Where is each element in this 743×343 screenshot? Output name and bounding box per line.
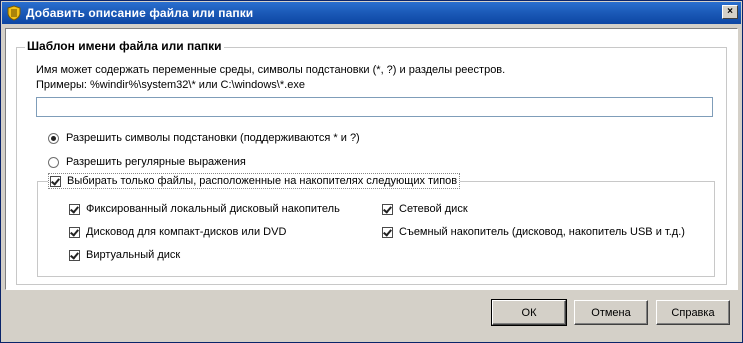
help-button[interactable]: Справка <box>656 300 730 325</box>
radio-wildcards-label: Разрешить символы подстановки (поддержив… <box>66 132 360 144</box>
radio-regex-label: Разрешить регулярные выражения <box>66 156 246 168</box>
virtual-drive-label: Виртуальный диск <box>86 249 181 261</box>
window-title: Добавить описание файла или папки <box>26 6 254 20</box>
fixed-drive-row[interactable]: Фиксированный локальный дисковый накопит… <box>69 203 340 215</box>
cdrom-drive-checkbox[interactable] <box>69 226 80 238</box>
drive-types-group: Выбирать только файлы, расположенные на … <box>37 173 715 277</box>
radio-regex-row[interactable]: Разрешить регулярные выражения <box>48 156 246 168</box>
close-icon: × <box>727 6 733 17</box>
virtual-drive-row[interactable]: Виртуальный диск <box>69 249 180 261</box>
virtual-drive-checkbox[interactable] <box>69 249 80 261</box>
group-title: Шаблон имени файла или папки <box>25 39 224 53</box>
network-drive-label: Сетевой диск <box>399 203 468 215</box>
examples-text: Примеры: %windir%\system32\* или C:\wind… <box>36 79 305 91</box>
dialog-content: Шаблон имени файла или папки Имя может с… <box>5 28 738 290</box>
name-template-input[interactable] <box>36 97 713 117</box>
close-button[interactable]: × <box>722 5 738 19</box>
network-drive-checkbox[interactable] <box>382 203 393 215</box>
name-template-group: Шаблон имени файла или папки Имя может с… <box>16 39 727 285</box>
network-drive-row[interactable]: Сетевой диск <box>382 203 468 215</box>
ok-button[interactable]: ОК <box>491 299 567 326</box>
radio-wildcards-row[interactable]: Разрешить символы подстановки (поддержив… <box>48 132 360 144</box>
cancel-button[interactable]: Отмена <box>574 300 648 325</box>
description-text: Имя может содержать переменные среды, си… <box>36 64 506 76</box>
radio-wildcards[interactable] <box>48 132 59 144</box>
removable-drive-checkbox[interactable] <box>382 226 393 238</box>
drive-filter-checkbox[interactable] <box>50 175 61 187</box>
removable-drive-row[interactable]: Съемный накопитель (дисковод, накопитель… <box>382 226 685 238</box>
fixed-drive-label: Фиксированный локальный дисковый накопит… <box>86 203 340 215</box>
fixed-drive-checkbox[interactable] <box>69 203 80 215</box>
radio-regex[interactable] <box>48 156 59 168</box>
title-bar[interactable]: Добавить описание файла или папки × <box>2 2 741 24</box>
cdrom-drive-row[interactable]: Дисковод для компакт-дисков или DVD <box>69 226 286 238</box>
cdrom-drive-label: Дисковод для компакт-дисков или DVD <box>86 226 287 238</box>
dialog-window: Добавить описание файла или папки × Шабл… <box>0 0 743 343</box>
button-bar: ОК Отмена Справка <box>1 293 742 342</box>
shield-app-icon <box>7 5 21 21</box>
drive-filter-label: Выбирать только файлы, расположенные на … <box>67 175 458 187</box>
drive-filter-checkbox-row[interactable]: Выбирать только файлы, расположенные на … <box>48 173 461 189</box>
removable-drive-label: Съемный накопитель (дисковод, накопитель… <box>399 226 685 238</box>
